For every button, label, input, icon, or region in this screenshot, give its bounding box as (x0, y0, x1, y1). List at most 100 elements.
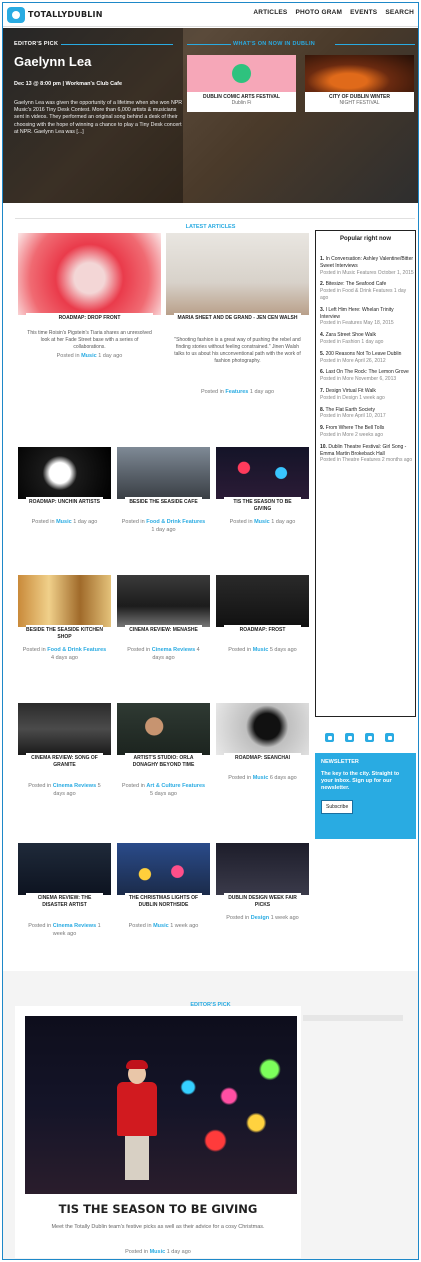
popular-item[interactable]: 1. In Conversation: Ashley Valentine/Bit… (320, 256, 414, 276)
article-card[interactable]: ROADMAP: FROST Posted in Music 5 days ag… (216, 575, 309, 687)
popular-item-title[interactable]: In Conversation: Ashley Valentine/Bitter… (320, 256, 413, 269)
newsletter-title: NEWSLETTER (321, 759, 359, 765)
nav-events[interactable]: EVENTS (350, 9, 377, 16)
popular-item-title[interactable]: The Flat Earth Society (325, 407, 374, 413)
category-link[interactable]: Music (253, 775, 269, 781)
editors-pick-image (25, 1016, 297, 1194)
article-card[interactable]: CINEMA REVIEW: MENASHE Posted in Cinema … (117, 575, 210, 687)
category-link[interactable]: Design (251, 915, 269, 921)
category-link[interactable]: Music (253, 647, 269, 653)
popular-item[interactable]: 4. Zara Street Shoe Walk Posted in Fashio… (320, 332, 414, 346)
popular-item-title[interactable]: Dublin Theatre Festival: Girl Song - Emm… (320, 444, 406, 457)
whats-on-label: WHAT'S ON NOW IN DUBLIN (233, 41, 316, 47)
popular-item-title[interactable]: Bitesize: The Seafood Cafe (326, 281, 387, 287)
article-title[interactable]: CINEMA REVIEW: THE DISASTER ARTIST (26, 893, 103, 908)
popular-item[interactable]: 5. 200 Reasons Not To Leave Dublin Posted… (320, 351, 414, 365)
article-title[interactable]: MARIA SHEET AND DE GRAND - JEN CEN WALSH (174, 313, 301, 322)
posted-label: Posted in (56, 353, 80, 359)
article-card[interactable]: ROADMAP: DROP FRONT This time Roisin's P… (18, 233, 161, 433)
popular-item-title[interactable]: I Left Him Here: Whelan Trinity Intervie… (320, 307, 394, 320)
article-image (117, 843, 210, 895)
instagram-icon[interactable] (365, 733, 374, 742)
subscribe-button[interactable]: Subscribe (321, 800, 354, 814)
category-link[interactable]: Art & Culture Features (146, 783, 205, 789)
posted-label: Posted in (22, 647, 46, 653)
category-link[interactable]: Music (56, 519, 72, 525)
article-card[interactable]: TIS THE SEASON TO BE GIVING Posted in Mu… (216, 447, 309, 559)
article-image (117, 703, 210, 755)
category-link[interactable]: Cinema Reviews (53, 783, 96, 789)
popular-item-title[interactable]: From Where The Bell Tolls (326, 425, 385, 431)
article-title[interactable]: ROADMAP: DROP FRONT (26, 313, 153, 322)
article-card[interactable]: ARTIST'S STUDIO: ORLA DONAGHY BEYOND TIM… (117, 703, 210, 823)
article-card[interactable]: THE CHRISTMAS LIGHTS OF DUBLIN NORTHSIDE… (117, 843, 210, 955)
article-title[interactable]: ROADMAP: SEANCHAI (224, 753, 301, 762)
figure-coat (117, 1082, 157, 1136)
popular-item[interactable]: 10. Dublin Theatre Festival: Girl Song -… (320, 444, 414, 464)
category-link[interactable]: Cinema Reviews (152, 647, 195, 653)
article-card[interactable]: CINEMA REVIEW: THE DISASTER ARTIST Poste… (18, 843, 111, 955)
category-link[interactable]: Music (150, 1249, 166, 1255)
nav-search[interactable]: SEARCH (385, 9, 414, 16)
event-card[interactable]: CITY OF DUBLIN WINTER NIGHT FESTIVAL (305, 55, 414, 112)
category-link[interactable]: Food & Drink Features (47, 647, 106, 653)
category-link[interactable]: Food & Drink Features (146, 519, 205, 525)
category-link[interactable]: Music (81, 353, 97, 359)
site-logo[interactable]: TOTALLYDUBLIN (7, 6, 103, 23)
editors-pick-card[interactable]: TIS THE SEASON TO BE GIVING Meet the Tot… (15, 1006, 301, 1258)
article-card[interactable]: BESIDE THE SEASIDE CAFE Posted in Food &… (117, 447, 210, 559)
nav-photogram[interactable]: PHOTO GRAM (295, 9, 342, 16)
article-image (18, 703, 111, 755)
time-ago: 1 day ago (98, 353, 123, 359)
article-card[interactable]: ROADMAP: UNCHIN ARTISTS Posted in Music … (18, 447, 111, 559)
popular-item[interactable]: 8. The Flat Earth Society Posted in More … (320, 407, 414, 421)
article-title[interactable]: TIS THE SEASON TO BE GIVING (224, 497, 301, 512)
popular-rank: 10. (320, 443, 327, 450)
article-card[interactable]: BESIDE THE SEASIDE KITCHEN SHOP Posted i… (18, 575, 111, 687)
popular-item-title[interactable]: Zara Street Shoe Walk (326, 332, 376, 338)
logo-icon (7, 6, 25, 23)
nav-articles[interactable]: ARTICLES (253, 9, 287, 16)
article-card[interactable]: MARIA SHEET AND DE GRAND - JEN CEN WALSH… (166, 233, 309, 433)
article-title[interactable]: ARTIST'S STUDIO: ORLA DONAGHY BEYOND TIM… (125, 753, 202, 768)
article-card[interactable]: ROADMAP: SEANCHAI Posted in Music 6 days… (216, 703, 309, 823)
article-title[interactable]: CINEMA REVIEW: SONG OF GRANITE (26, 753, 103, 768)
category-link[interactable]: Music (153, 923, 169, 929)
article-card[interactable]: CINEMA REVIEW: SONG OF GRANITE Posted in… (18, 703, 111, 823)
popular-item[interactable]: 7. Design Virtual Fit Walk Posted in Desi… (320, 388, 414, 402)
article-image (216, 575, 309, 627)
popular-item-title[interactable]: 200 Reasons Not To Leave Dublin (326, 351, 402, 357)
popular-title: Popular right now (340, 236, 391, 242)
article-title[interactable]: DUBLIN DESIGN WEEK FAIR PICKS (224, 893, 301, 908)
article-title[interactable]: THE CHRISTMAS LIGHTS OF DUBLIN NORTHSIDE (125, 893, 202, 908)
popular-item[interactable]: 2. Bitesize: The Seafood Cafe Posted in F… (320, 281, 414, 301)
popular-item[interactable]: 9. From Where The Bell Tolls Posted in Mo… (320, 425, 414, 439)
article-meta: Posted in Music 6 days ago (220, 775, 305, 783)
article-title[interactable]: BESIDE THE SEASIDE KITCHEN SHOP (26, 625, 103, 640)
article-image (216, 703, 309, 755)
article-title[interactable]: ROADMAP: UNCHIN ARTISTS (26, 497, 103, 506)
time-ago: 1 day ago (249, 389, 275, 395)
article-card[interactable]: DUBLIN DESIGN WEEK FAIR PICKS Posted in … (216, 843, 309, 955)
article-meta: Posted in Cinema Reviews 5 days ago (22, 783, 107, 798)
popular-item-title[interactable]: Design Virtual Fit Walk (326, 388, 376, 394)
event-card[interactable]: DUBLIN COMIC ARTS FESTIVAL Dublin Fi (187, 55, 296, 112)
twitter-icon[interactable] (345, 733, 354, 742)
hero-description: Gaelynn Lea was given the opportunity of… (14, 100, 183, 135)
popular-item[interactable]: 6. Last On The Rock: The Lemon Grove Post… (320, 369, 414, 383)
article-title[interactable]: CINEMA REVIEW: MENASHE (125, 625, 202, 634)
article-title[interactable]: BESIDE THE SEASIDE CAFE (125, 497, 202, 506)
popular-item[interactable]: 3. I Left Him Here: Whelan Trinity Inter… (320, 307, 414, 327)
category-link[interactable]: Features (225, 389, 248, 395)
article-meta: Posted in Music 1 week ago (121, 923, 206, 931)
facebook-icon[interactable] (325, 733, 334, 742)
article-title[interactable]: ROADMAP: FROST (224, 625, 301, 634)
youtube-icon[interactable] (385, 733, 394, 742)
posted-label: Posted in (228, 647, 252, 653)
popular-item-title[interactable]: Last On The Rock: The Lemon Grove (326, 369, 409, 375)
divider (187, 44, 231, 45)
hero-title[interactable]: Gaelynn Lea (14, 54, 91, 69)
category-link[interactable]: Music (254, 519, 270, 525)
category-link[interactable]: Cinema Reviews (53, 923, 96, 929)
editors-pick-title[interactable]: TIS THE SEASON TO BE GIVING (15, 1202, 301, 1216)
